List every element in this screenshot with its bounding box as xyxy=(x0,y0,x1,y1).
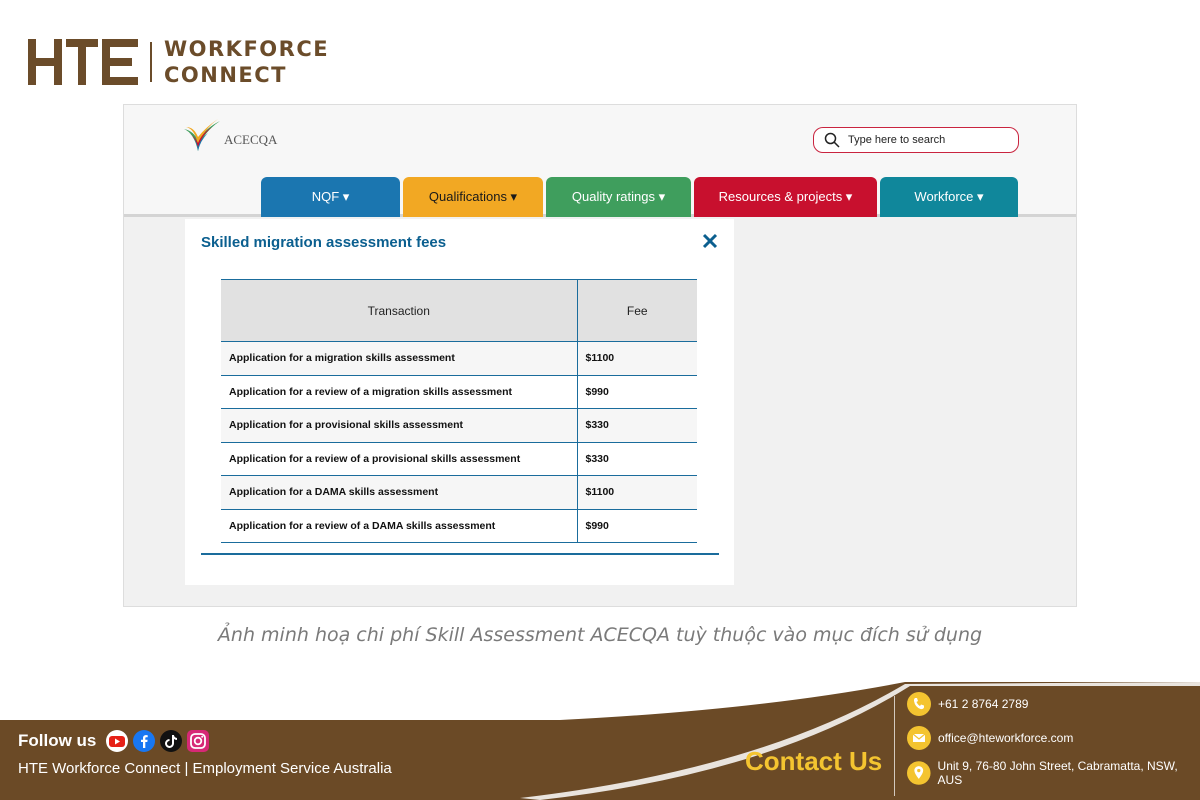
search-placeholder: Type here to search xyxy=(848,134,946,146)
contact-phone-text: +61 2 8764 2789 xyxy=(938,697,1029,711)
tab-resources-projects[interactable]: Resources & projects ▾ xyxy=(694,177,877,217)
contact-title: Contact Us xyxy=(745,746,883,776)
transaction-cell: Application for a review of a DAMA skill… xyxy=(221,508,578,543)
transaction-cell: Application for a migration skills asses… xyxy=(221,341,578,375)
fee-cell: $330 xyxy=(577,408,697,442)
table-row: Application for a migration skills asses… xyxy=(221,341,697,375)
transaction-cell: Application for a review of a migration … xyxy=(221,374,578,409)
tab-qualifications[interactable]: Qualifications ▾ xyxy=(403,177,543,217)
table-row: Application for a DAMA skills assessment… xyxy=(221,475,697,509)
tab-workforce[interactable]: Workforce ▾ xyxy=(880,177,1018,217)
location-pin-icon xyxy=(907,761,931,785)
modal-title: Skilled migration assessment fees xyxy=(201,234,447,251)
table-row: Application for a review of a provisiona… xyxy=(221,441,697,476)
facebook-icon[interactable] xyxy=(133,730,156,752)
column-header-fee: Fee xyxy=(577,279,697,342)
site-header: ACECQA Type here to search NQF ▾ Qualifi… xyxy=(124,105,1076,217)
tab-nqf[interactable]: NQF ▾ xyxy=(261,177,400,217)
column-header-transaction: Transaction xyxy=(221,279,578,342)
brand-line-1: WORKFORCE xyxy=(164,37,330,61)
brand-line-2: CONNECT xyxy=(164,63,287,87)
search-icon xyxy=(824,132,840,148)
table-row: Application for a review of a migration … xyxy=(221,374,697,409)
fees-modal: Skilled migration assessment fees Transa… xyxy=(185,219,734,585)
company-line: HTE Workforce Connect | Employment Servi… xyxy=(18,760,392,777)
acecqa-logo-text: ACECQA xyxy=(224,132,278,147)
main-nav: NQF ▾ Qualifications ▾ Quality ratings ▾… xyxy=(261,177,1021,217)
table-row: Application for a provisional skills ass… xyxy=(221,408,697,442)
follow-us: Follow us xyxy=(18,730,214,752)
brand-header: WORKFORCE CONNECT xyxy=(28,36,329,88)
phone-icon xyxy=(907,692,931,716)
transaction-cell: Application for a provisional skills ass… xyxy=(221,408,578,442)
tab-quality-ratings[interactable]: Quality ratings ▾ xyxy=(546,177,691,217)
follow-label: Follow us xyxy=(18,731,97,750)
acecqa-mark-icon xyxy=(184,119,220,151)
transaction-cell: Application for a review of a provisiona… xyxy=(221,441,578,476)
modal-divider xyxy=(201,553,719,555)
table-row: Application for a review of a DAMA skill… xyxy=(221,508,697,543)
fee-cell: $330 xyxy=(577,441,697,476)
contact-phone[interactable]: +61 2 8764 2789 xyxy=(907,692,1028,716)
transaction-cell: Application for a DAMA skills assessment xyxy=(221,475,578,509)
hte-logo xyxy=(28,39,138,85)
contact-email-text: office@hteworkforce.com xyxy=(938,731,1074,745)
search-input[interactable]: Type here to search xyxy=(813,127,1019,153)
tiktok-icon[interactable] xyxy=(160,730,183,752)
image-caption: Ảnh minh hoạ chi phí Skill Assessment AC… xyxy=(217,624,983,646)
brand-divider xyxy=(150,42,152,82)
instagram-icon[interactable] xyxy=(187,730,210,752)
close-icon[interactable] xyxy=(702,233,718,249)
fee-cell: $990 xyxy=(577,508,697,543)
website-screenshot: ACECQA Type here to search NQF ▾ Qualifi… xyxy=(123,104,1077,607)
contact-email[interactable]: office@hteworkforce.com xyxy=(907,726,1073,750)
footer: Follow us HTE Workforce Connect | Employ… xyxy=(0,670,1200,800)
acecqa-logo[interactable]: ACECQA xyxy=(182,119,277,155)
table-header-row: Transaction Fee xyxy=(221,279,697,342)
contact-divider xyxy=(894,696,895,796)
fee-cell: $1100 xyxy=(577,475,697,509)
page: WORKFORCE CONNECT ACECQA Type here to se… xyxy=(0,0,1200,800)
brand-name: WORKFORCE CONNECT xyxy=(164,36,329,88)
youtube-icon[interactable] xyxy=(106,730,129,752)
mail-icon xyxy=(907,726,931,750)
fees-table: Transaction Fee Application for a migrat… xyxy=(221,279,697,543)
fee-cell: $990 xyxy=(577,374,697,409)
fee-cell: $1100 xyxy=(577,341,697,375)
contact-address: Unit 9, 76-80 John Street, Cabramatta, N… xyxy=(907,759,1200,787)
contact-address-text: Unit 9, 76-80 John Street, Cabramatta, N… xyxy=(937,759,1178,787)
